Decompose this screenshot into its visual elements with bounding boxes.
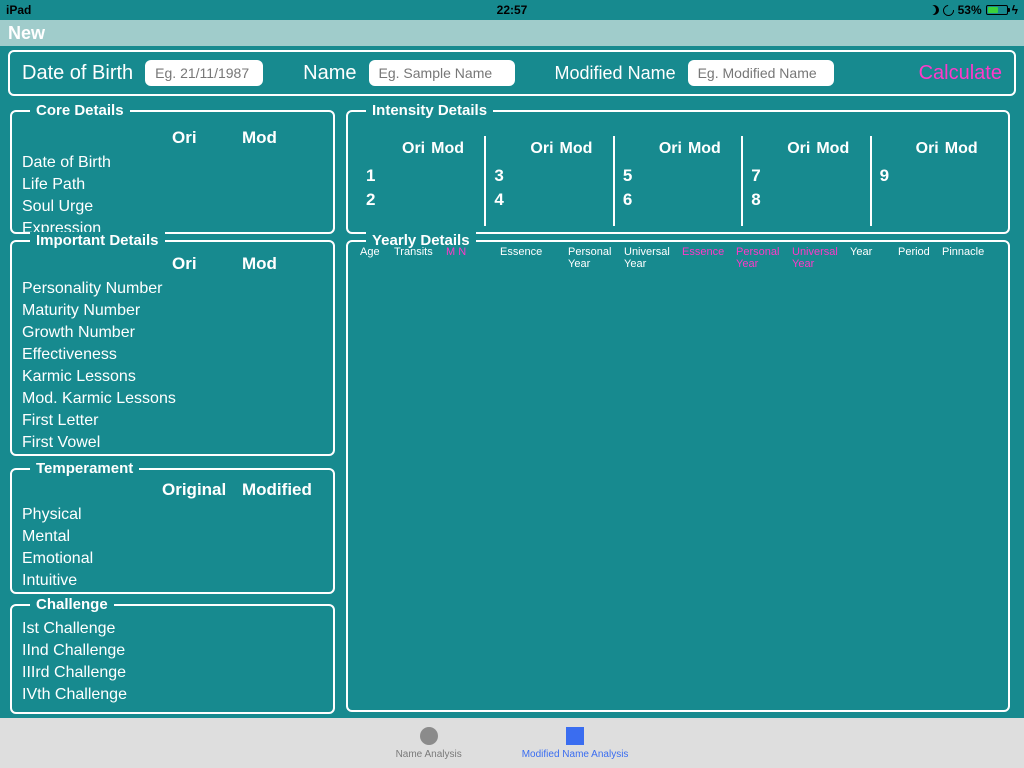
year-head-universal-year-mod: Universal Year xyxy=(788,244,846,272)
status-right: 53% ϟ xyxy=(681,3,1018,17)
intensity-head-mod: Mod xyxy=(688,140,721,158)
challenge-row: IVth Challenge xyxy=(22,684,323,706)
page-title: New xyxy=(0,20,1024,46)
intensity-num: 7 xyxy=(751,164,861,188)
tab-label: Modified Name Analysis xyxy=(522,749,629,760)
intensity-col: Ori Mod 9 xyxy=(872,136,998,226)
intensity-head-mod: Mod xyxy=(560,140,593,158)
important-details-panel: Important Details Ori Mod Personality Nu… xyxy=(10,240,335,456)
core-head-mod: Mod xyxy=(242,128,312,148)
intensity-head-ori: Ori xyxy=(402,140,425,158)
battery-percent: 53% xyxy=(958,3,982,17)
challenge-panel: Challenge Ist Challenge IInd Challenge I… xyxy=(10,604,335,714)
core-row: Date of Birth xyxy=(22,152,323,174)
year-head-universal-year: Universal Year xyxy=(620,244,678,272)
dob-input[interactable] xyxy=(145,60,263,86)
year-head-mn: M N xyxy=(442,244,496,260)
name-input[interactable] xyxy=(369,60,515,86)
tab-bar: Name Analysis Modified Name Analysis xyxy=(0,718,1024,768)
do-not-disturb-icon xyxy=(929,5,939,15)
intensity-head-ori: Ori xyxy=(916,140,939,158)
status-time: 22:57 xyxy=(343,3,680,17)
name-label: Name xyxy=(303,62,356,85)
challenge-row: IInd Challenge xyxy=(22,640,323,662)
important-row: First Letter xyxy=(22,410,323,432)
intensity-num: 1 xyxy=(366,164,476,188)
year-head-pinnacle: Pinnacle xyxy=(938,244,988,260)
temperament-row: Emotional xyxy=(22,548,323,570)
circle-icon xyxy=(420,727,438,745)
core-head-ori: Ori xyxy=(172,128,242,148)
important-row: Mod. Karmic Lessons xyxy=(22,388,323,410)
important-head-ori: Ori xyxy=(172,254,242,274)
modname-label: Modified Name xyxy=(555,63,676,84)
intensity-head-ori: Ori xyxy=(659,140,682,158)
challenge-legend: Challenge xyxy=(30,596,114,613)
intensity-col: Ori Mod 3 4 xyxy=(486,136,614,226)
year-head-essence-mod: Essence xyxy=(678,244,732,260)
dob-label: Date of Birth xyxy=(22,62,133,85)
tab-name-analysis[interactable]: Name Analysis xyxy=(396,727,462,760)
year-head-personal-year: Personal Year xyxy=(564,244,620,272)
intensity-col: Ori Mod 7 8 xyxy=(743,136,871,226)
intensity-col: Ori Mod 1 2 xyxy=(358,136,486,226)
intensity-head-mod: Mod xyxy=(816,140,849,158)
intensity-head-mod: Mod xyxy=(945,140,978,158)
core-row: Soul Urge xyxy=(22,196,323,218)
temperament-row: Intuitive xyxy=(22,570,323,592)
core-details-panel: Core Details Ori Mod Date of Birth Life … xyxy=(10,110,335,234)
charging-icon: ϟ xyxy=(1012,3,1018,17)
important-row: First Vowel xyxy=(22,432,323,454)
intensity-num: 6 xyxy=(623,188,733,212)
intensity-num: 2 xyxy=(366,188,476,212)
year-head-year: Year xyxy=(846,244,894,260)
challenge-row: IIIrd Challenge xyxy=(22,662,323,684)
yearly-header: Age Transits M N Essence Personal Year U… xyxy=(356,244,1000,272)
temperament-head-ori: Original xyxy=(162,480,242,500)
temperament-head-mod: Modified xyxy=(242,480,322,500)
yearly-details-panel: Yearly Details Age Transits M N Essence … xyxy=(346,240,1010,712)
input-toolbar: Date of Birth Name Modified Name Calcula… xyxy=(8,50,1016,96)
temperament-row: Physical xyxy=(22,504,323,526)
status-bar: iPad 22:57 53% ϟ xyxy=(0,0,1024,20)
status-device: iPad xyxy=(6,3,343,17)
intensity-col: Ori Mod 5 6 xyxy=(615,136,743,226)
year-head-personal-year-mod: Personal Year xyxy=(732,244,788,272)
important-row: Maturity Number xyxy=(22,300,323,322)
intensity-details-panel: Intensity Details OriMod 1 2 OriMod 3 4 … xyxy=(346,110,1010,234)
important-legend: Important Details xyxy=(30,232,165,249)
square-icon xyxy=(566,727,584,745)
orientation-lock-icon xyxy=(940,2,955,17)
challenge-row: Ist Challenge xyxy=(22,618,323,640)
year-head-transits: Transits xyxy=(390,244,442,260)
important-head-mod: Mod xyxy=(242,254,312,274)
year-head-essence: Essence xyxy=(496,244,564,260)
page-title-label: New xyxy=(8,23,45,44)
intensity-num: 4 xyxy=(494,188,604,212)
important-row: Growth Number xyxy=(22,322,323,344)
intensity-num: 8 xyxy=(751,188,861,212)
year-head-period: Period xyxy=(894,244,938,260)
intensity-legend: Intensity Details xyxy=(366,102,493,119)
important-row: Personality Number xyxy=(22,278,323,300)
temperament-panel: Temperament Original Modified Physical M… xyxy=(10,468,335,594)
temperament-row: Mental xyxy=(22,526,323,548)
intensity-head-ori: Ori xyxy=(787,140,810,158)
core-legend: Core Details xyxy=(30,102,130,119)
tab-label: Name Analysis xyxy=(396,749,462,760)
important-row: Effectiveness xyxy=(22,344,323,366)
temperament-legend: Temperament xyxy=(30,460,139,477)
tab-modified-name-analysis[interactable]: Modified Name Analysis xyxy=(522,727,629,760)
core-row: Life Path xyxy=(22,174,323,196)
modname-input[interactable] xyxy=(688,60,834,86)
important-row: Karmic Lessons xyxy=(22,366,323,388)
year-head-age: Age xyxy=(356,244,390,260)
battery-icon xyxy=(986,5,1008,15)
intensity-num: 9 xyxy=(880,164,990,188)
intensity-num: 3 xyxy=(494,164,604,188)
calculate-button[interactable]: Calculate xyxy=(919,62,1002,85)
intensity-num: 5 xyxy=(623,164,733,188)
intensity-head-ori: Ori xyxy=(530,140,553,158)
intensity-head-mod: Mod xyxy=(431,140,464,158)
